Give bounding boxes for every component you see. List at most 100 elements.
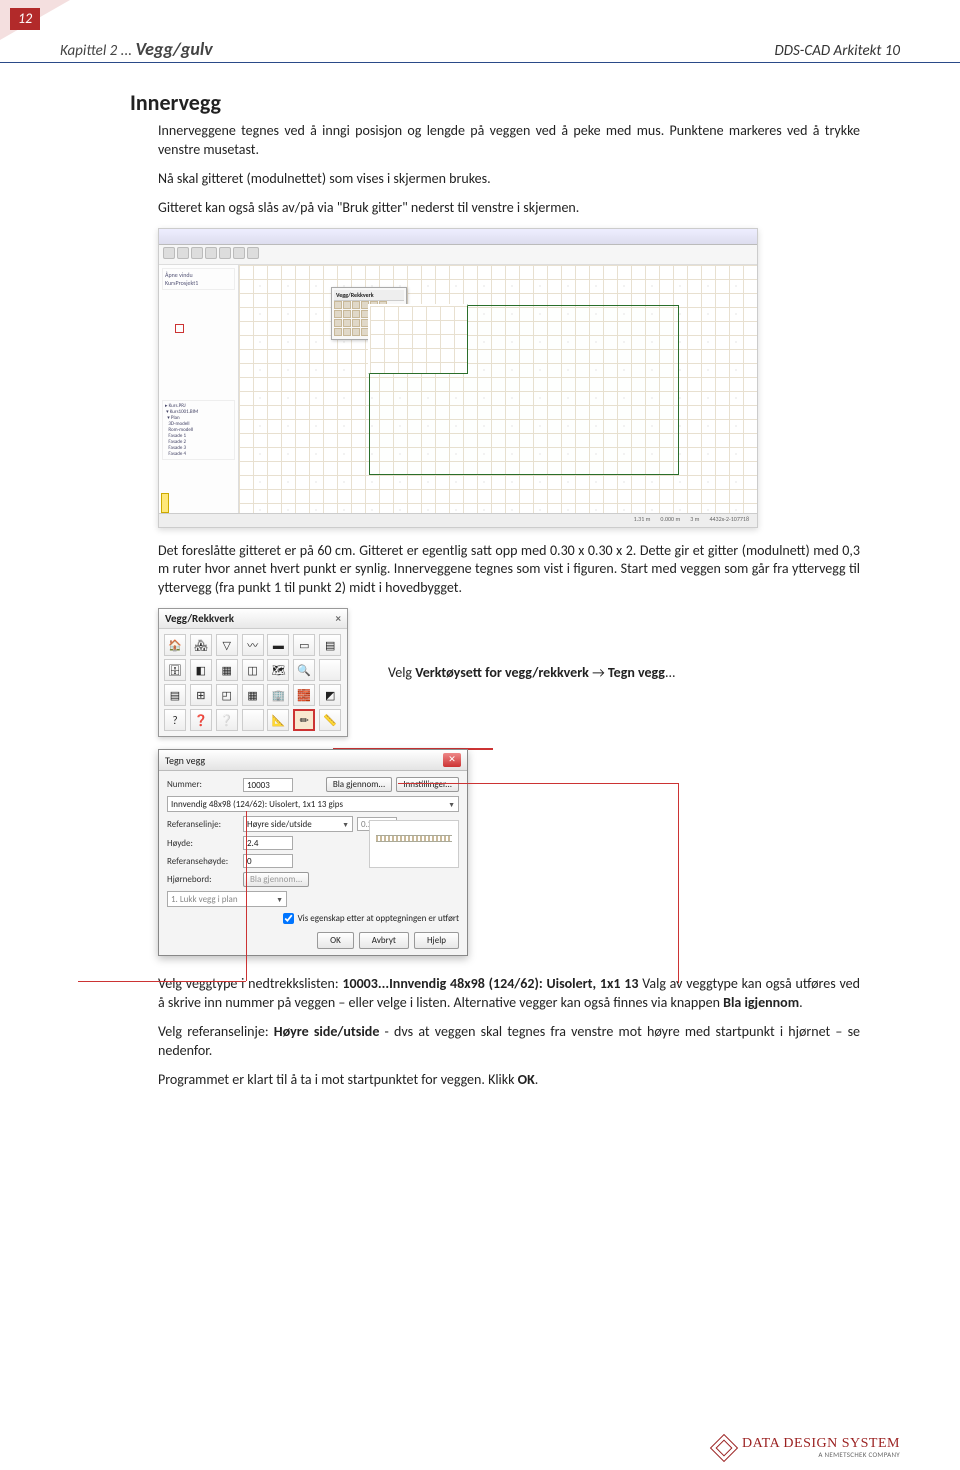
- toolbar-icon: [219, 247, 231, 259]
- app-statusbar: 1.31 m0.000 m3 m4432x-2-107718: [159, 513, 757, 527]
- lukk-vegg-select: 1. Lukk vegg i plan ▼: [167, 891, 287, 907]
- para7-end: .: [535, 1071, 539, 1088]
- tool-icon: ⊞: [190, 684, 212, 706]
- toolbar-icon: [247, 247, 259, 259]
- app-body: Åpne vinduKursProsjekt1 ▸ Kurs.PRJ ▾ Kur…: [159, 265, 757, 513]
- checkbox-label: Vis egenskap etter at opptegningen er ut…: [298, 913, 459, 924]
- hjorne-label: Hjørnebord:: [167, 874, 239, 885]
- paragraph-4: Det foreslåtte gitteret er på 60 cm. Git…: [158, 542, 860, 599]
- tool-icon: ▽: [216, 634, 238, 656]
- tool-icon: 🗄: [164, 659, 186, 681]
- app-toolbar: [159, 245, 757, 265]
- tool-icon: 🏘: [190, 634, 212, 656]
- ok-button: OK: [317, 932, 354, 949]
- sidebar-tree-bottom: ▸ Kurs.PRJ ▾ Kurs1001.BIM ▾ Plan 3D-mode…: [162, 400, 235, 460]
- page-content: Innervegg Innerveggene tegnes ved å inng…: [0, 63, 960, 1120]
- wall-type-value: Innvendig 48x98 (124/62): Uisolert, 1x1 …: [171, 799, 343, 810]
- chevron-down-icon: ▼: [342, 820, 349, 829]
- para6-bold: Høyre side/utside: [274, 1023, 380, 1040]
- tool-icon: 📏: [319, 709, 341, 731]
- sidebar-tree-top: Åpne vinduKursProsjekt1: [162, 268, 235, 290]
- hjorne-bla-button: Bla gjennom...: [243, 872, 309, 887]
- lukk-vegg-value: 1. Lukk vegg i plan: [171, 894, 238, 905]
- tool-icon: ▭: [293, 634, 315, 656]
- refh-label: Referansehøyde:: [167, 856, 239, 867]
- dialog-tegn-vegg: Tegn vegg ✕ Nummer: 10003 Bla gjennom...…: [158, 749, 468, 956]
- paragraph-7: Programmet er klart til å ta i mot start…: [158, 1071, 860, 1090]
- callout-line: [246, 811, 247, 981]
- wall-type-select: Innvendig 48x98 (124/62): Uisolert, 1x1 …: [167, 796, 459, 812]
- hjelp-button: Hjelp: [414, 932, 459, 949]
- footer-text: DATA DESIGN SYSTEM A NEMETSCHEK COMPANY: [742, 1437, 900, 1458]
- tool-icon: ❓: [190, 709, 212, 731]
- app-titlebar: [159, 229, 757, 245]
- toolbox-titlebar: Vegg/Rekkverk ×: [159, 609, 347, 629]
- close-icon: ×: [336, 612, 341, 625]
- dialog-titlebar: Tegn vegg ✕: [159, 750, 467, 771]
- paragraph-3: Gitteret kan også slås av/på via "Bruk g…: [158, 199, 860, 218]
- tool-icon: 🏢: [267, 684, 289, 706]
- toolbox-title-text: Vegg/Rekkverk: [165, 612, 234, 625]
- tool-icon: ◩: [319, 684, 341, 706]
- app-screenshot-main: Åpne vinduKursProsjekt1 ▸ Kurs.PRJ ▾ Kur…: [158, 228, 758, 528]
- palette-title: Vegg/Rekkverk: [334, 290, 404, 301]
- chapter-prefix: Kapittel 2 ...: [60, 42, 135, 60]
- tool-icon: 📐: [267, 709, 289, 731]
- dds-logo-icon: [710, 1433, 738, 1461]
- ref-value: Høyre side/utside: [247, 819, 312, 830]
- toolbar-icon: [177, 247, 189, 259]
- floor-plan-notch: [368, 304, 468, 374]
- dialog-button-row: OK Avbryt Hjelp: [167, 928, 459, 949]
- wall-preview: [369, 820, 459, 868]
- paragraph-1: Innerveggene tegnes ved å inngi posisjon…: [158, 122, 860, 160]
- innstillinger-button: Innstillinger...: [396, 777, 459, 792]
- para5-end: .: [799, 994, 803, 1011]
- tool-icon: 🗺: [267, 659, 289, 681]
- chevron-down-icon: ▼: [276, 895, 283, 904]
- ref-select: Høyre side/utside ▼: [243, 816, 353, 832]
- tool-icon: ▦: [242, 684, 264, 706]
- hoyde-input: 2.4: [243, 836, 293, 850]
- callout-arrow-glyph: →: [589, 664, 608, 681]
- para5-bold: 10003...Innvendig 48x98 (124/62): Uisole…: [342, 975, 638, 992]
- tool-icon: ◧: [190, 659, 212, 681]
- bla-gjennom-button: Bla gjennom...: [326, 777, 392, 792]
- toolbox-icon-grid: 🏠 🏘 ▽ 〰 ▬ ▭ ▤ 🗄 ◧ ▦ ◫ 🗺 🔍 ▤ ⊞ ◰ ▦ 🏢 🧱: [159, 629, 347, 736]
- tool-icon: ▦: [216, 659, 238, 681]
- callout-suffix: ...: [665, 664, 676, 681]
- nummer-input: 10003: [243, 778, 293, 792]
- nummer-label: Nummer:: [167, 779, 239, 790]
- section-heading: Innervegg: [130, 89, 860, 116]
- toolbar-icon: [233, 247, 245, 259]
- chapter-breadcrumb: Kapittel 2 ... Vegg/gulv: [60, 38, 213, 60]
- para5-bold2: Bla igjennom: [723, 994, 799, 1011]
- yellow-side-tab: [161, 493, 169, 513]
- paragraph-2: Nå skal gitteret (modulnettet) som vises…: [158, 170, 860, 189]
- callout-line: [398, 783, 678, 784]
- tool-icon: 🧱: [293, 684, 315, 706]
- tool-icon: 🔍: [293, 659, 315, 681]
- toolbox-callout-row: Vegg/Rekkverk × 🏠 🏘 ▽ 〰 ▬ ▭ ▤ 🗄 ◧ ▦ ◫ 🗺 …: [158, 608, 860, 737]
- show-properties-checkbox: [283, 913, 294, 924]
- tool-icon: ◫: [242, 659, 264, 681]
- tool-icon: ?: [164, 709, 186, 731]
- callout-bold-1: Verktøysett for vegg/rekkverk: [415, 664, 589, 681]
- callout-line: [678, 783, 679, 983]
- tool-icon: ❔: [216, 709, 238, 731]
- callout-prefix: Velg: [388, 664, 415, 681]
- tool-icon: ▤: [164, 684, 186, 706]
- product-name: DDS-CAD Arkitekt 10: [775, 42, 900, 60]
- tool-icon: ◰: [216, 684, 238, 706]
- dialog-screenshot-container: Tegn vegg ✕ Nummer: 10003 Bla gjennom...…: [158, 749, 838, 959]
- para7-bold: OK: [518, 1071, 535, 1088]
- small-red-box-icon: [175, 324, 184, 333]
- footer-tagline: A NEMETSCHEK COMPANY: [742, 1451, 900, 1458]
- tool-icon: 🏠: [164, 634, 186, 656]
- paragraph-5: Velg veggtype i nedtrekkslisten: 10003..…: [158, 975, 860, 1013]
- footer-company: DATA DESIGN SYSTEM: [742, 1437, 900, 1451]
- page-footer: DATA DESIGN SYSTEM A NEMETSCHEK COMPANY: [714, 1437, 900, 1458]
- dialog-close-icon: ✕: [443, 753, 461, 767]
- draw-wall-tool-icon: ✏: [293, 709, 315, 731]
- callout-bold-2: Tegn vegg: [608, 664, 665, 681]
- toolbar-icon: [163, 247, 175, 259]
